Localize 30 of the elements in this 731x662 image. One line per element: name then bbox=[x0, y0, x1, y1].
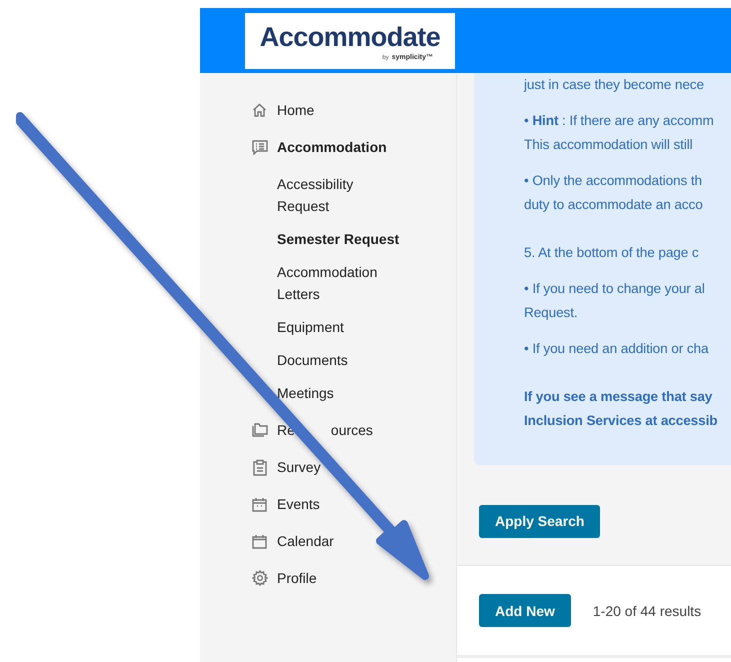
apply-search-button[interactable]: Apply Search bbox=[479, 504, 600, 538]
sidebar-subitem[interactable]: Accommodation Letters bbox=[277, 261, 407, 305]
sidebar-subitem[interactable]: Documents bbox=[277, 349, 407, 371]
sidebar-subitem[interactable]: Semester Request bbox=[277, 228, 407, 250]
info-paragraph: • Hint : If there are any accomm This accommodation will still bbox=[524, 112, 715, 154]
info-paragraph: If you see a message that say Inclusion Services at accessib bbox=[524, 388, 718, 430]
sidebar-item[interactable]: Meetings bbox=[250, 382, 456, 404]
info-paragraph: • If you need to change your al Request. bbox=[524, 280, 706, 322]
sidebar-item[interactable]: Accommodation bbox=[250, 136, 456, 158]
home-icon bbox=[252, 103, 267, 117]
folder-icon bbox=[252, 423, 268, 437]
message-icon bbox=[252, 140, 268, 154]
logo-name: Accommodate bbox=[260, 21, 440, 54]
calendar-icon bbox=[252, 496, 267, 512]
sidebar-item[interactable]: Profile bbox=[250, 567, 456, 589]
sidebar-subitem[interactable]: Equipment bbox=[277, 316, 407, 338]
sidebar-item[interactable]: Events bbox=[250, 493, 456, 515]
sidebar-item[interactable]: Survey bbox=[250, 456, 456, 478]
info-paragraph: • Only the accommodations th duty to accommodate an acco bbox=[524, 172, 704, 214]
sidebar-item[interactable]: Home bbox=[250, 99, 456, 121]
gear-icon bbox=[252, 570, 268, 586]
info-paragraph: • If you need an addition or cha bbox=[524, 340, 710, 358]
sidebar-subitem[interactable]: Accessibility Request bbox=[277, 173, 407, 217]
add-new-button[interactable]: Add New bbox=[479, 594, 571, 627]
info-paragraph: 5. At the bottom of the page c bbox=[524, 244, 700, 262]
results-count: 1-20 of 44 results bbox=[592, 602, 702, 618]
sidebar-item[interactable]: Calendar bbox=[250, 530, 456, 552]
calendar-icon bbox=[252, 534, 267, 548]
clipboard-icon bbox=[252, 458, 266, 476]
info-paragraph: just in case they become nece bbox=[524, 76, 705, 94]
